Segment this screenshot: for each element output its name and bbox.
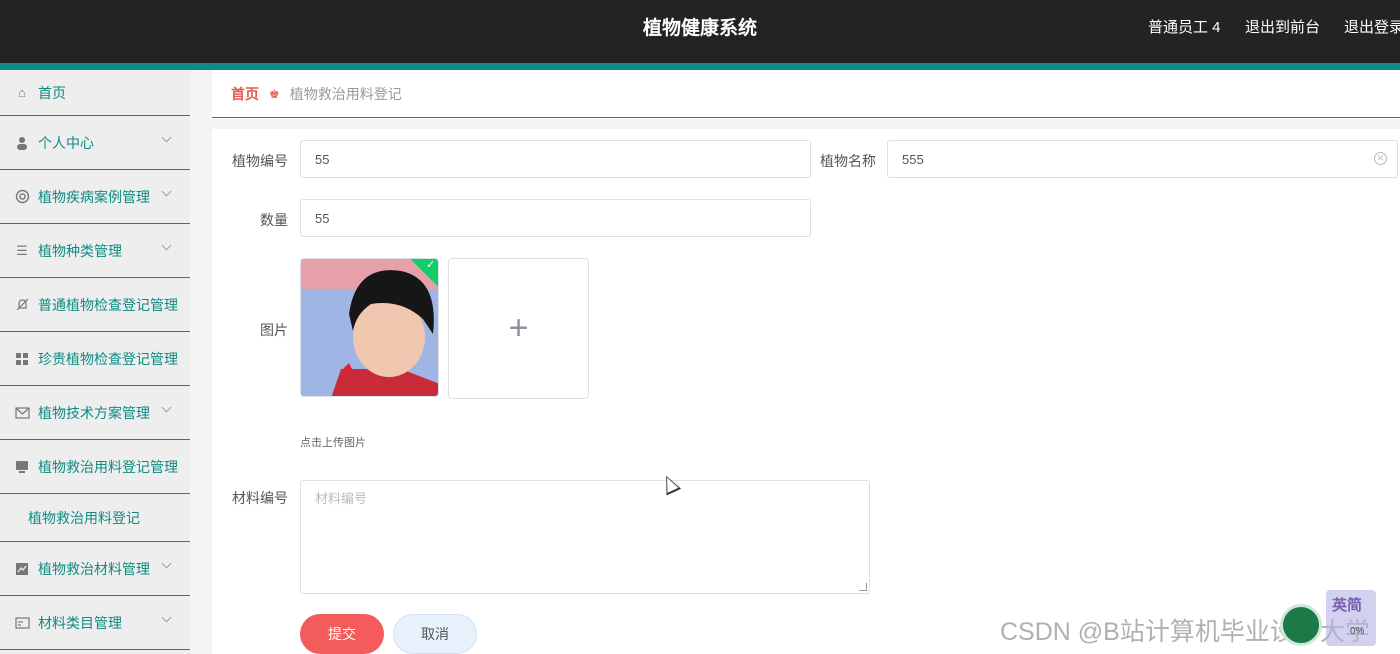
chart-icon	[14, 561, 30, 577]
logout-link[interactable]: 退出登录	[1344, 16, 1400, 37]
sidebar-item-plant-types[interactable]: ☰ 植物种类管理	[0, 224, 190, 278]
plus-icon: +	[508, 309, 529, 347]
breadcrumb-current: 植物救治用料登记	[289, 85, 402, 102]
sidebar-item-material-categories[interactable]: 材料类目管理	[0, 596, 190, 650]
chevron-down-icon	[161, 240, 172, 251]
resize-handle[interactable]	[859, 583, 867, 591]
plant-name-value: 555	[902, 151, 924, 167]
user-label: 普通员工 4	[1148, 19, 1221, 36]
plant-no-label: 植物编号	[232, 153, 288, 169]
photo-image	[301, 259, 438, 396]
chevron-down-icon	[161, 402, 172, 413]
floating-badge	[1280, 604, 1322, 646]
sidebar-item-rare-inspection[interactable]: 珍贵植物检查登记管理	[0, 332, 190, 386]
material-no-placeholder: 材料编号	[315, 491, 368, 506]
upload-hint: 点击上传图片	[300, 437, 366, 449]
sidebar-item-label: 个人中心	[38, 134, 94, 151]
plant-no-input[interactable]: 55	[300, 140, 811, 178]
chevron-down-icon	[161, 558, 172, 569]
ime-percent: 0%	[1350, 626, 1365, 637]
bell-off-icon	[14, 297, 30, 313]
breadcrumb: 首页 ♚ 植物救治用料登记	[212, 70, 1400, 118]
top-header: 植物健康系统 普通员工 4 退出到前台 退出登录	[0, 0, 1400, 63]
sidebar-item-normal-inspection[interactable]: 普通植物检查登记管理	[0, 278, 190, 332]
material-no-label: 材料编号	[232, 490, 288, 506]
section-divider	[212, 119, 1400, 129]
plant-name-input[interactable]: 555 ✕	[887, 140, 1398, 178]
plant-no-value: 55	[315, 151, 330, 167]
chevron-down-icon	[161, 132, 172, 143]
sidebar-item-label: 植物种类管理	[38, 242, 122, 259]
home-icon: ⌂	[18, 85, 26, 100]
sidebar-item-label: 植物救治用料登记管理	[38, 458, 178, 475]
cancel-button[interactable]: 取消	[393, 614, 477, 654]
monitor-icon	[14, 459, 30, 475]
sidebar: ⌂ 首页 个人中心 植物疾病案例管理 ☰ 植物种类管理 普通植物检查登记管理 珍…	[0, 70, 190, 654]
submenu-item-treatment-registration[interactable]: 植物救治用料登记	[0, 494, 190, 542]
list-icon: ☰	[16, 242, 28, 258]
sidebar-item-tech-plans[interactable]: 植物技术方案管理	[0, 386, 190, 440]
submit-button[interactable]: 提交	[300, 614, 384, 654]
plant-name-label: 植物名称	[820, 153, 876, 169]
main-content: 首页 ♚ 植物救治用料登记 植物编号 55 植物名称 555 ✕ 数量 55 图…	[212, 70, 1400, 654]
sidebar-item-label: 植物疾病案例管理	[38, 188, 150, 205]
ime-mode-label: 英简	[1332, 597, 1363, 614]
check-icon: ✓	[426, 258, 436, 271]
header-accent-bar	[0, 63, 1400, 70]
lifebuoy-icon	[14, 189, 30, 205]
sidebar-item-label: 普通植物检查登记管理	[38, 296, 178, 313]
chevron-down-icon	[161, 186, 172, 197]
chevron-down-icon	[161, 612, 172, 623]
sidebar-item-profile[interactable]: 个人中心	[0, 116, 190, 170]
grid-icon	[14, 351, 30, 367]
quantity-label: 数量	[260, 212, 288, 228]
card-icon	[14, 615, 30, 631]
sidebar-item-label: 植物救治材料管理	[38, 560, 150, 577]
breadcrumb-home[interactable]: 首页	[231, 84, 259, 104]
material-no-textarea[interactable]: 材料编号	[300, 480, 870, 594]
sidebar-item-disease-cases[interactable]: 植物疾病案例管理	[0, 170, 190, 224]
uploaded-photo[interactable]: ✓	[300, 258, 439, 397]
image-label: 图片	[260, 322, 288, 338]
mail-icon	[14, 405, 30, 421]
user-icon	[14, 135, 30, 151]
sidebar-item-label: 材料类目管理	[38, 614, 122, 631]
sidebar-item-label: 珍贵植物检查登记管理	[38, 350, 178, 367]
quantity-input[interactable]: 55	[300, 199, 811, 237]
sidebar-item-label: 植物技术方案管理	[38, 404, 150, 421]
exit-to-front-link[interactable]: 退出到前台	[1245, 16, 1320, 37]
sidebar-item-home[interactable]: ⌂ 首页	[0, 70, 190, 116]
quantity-value: 55	[315, 210, 330, 226]
sidebar-item-treatment-registration[interactable]: 植物救治用料登记管理	[0, 440, 190, 494]
clear-icon[interactable]: ✕	[1374, 152, 1387, 165]
add-image-button[interactable]: +	[448, 258, 589, 399]
sidebar-item-treatment-materials[interactable]: 植物救治材料管理	[0, 542, 190, 596]
crown-icon: ♚	[269, 86, 280, 101]
submenu-item-label: 植物救治用料登记	[28, 509, 140, 526]
sidebar-item-label: 首页	[38, 84, 66, 101]
